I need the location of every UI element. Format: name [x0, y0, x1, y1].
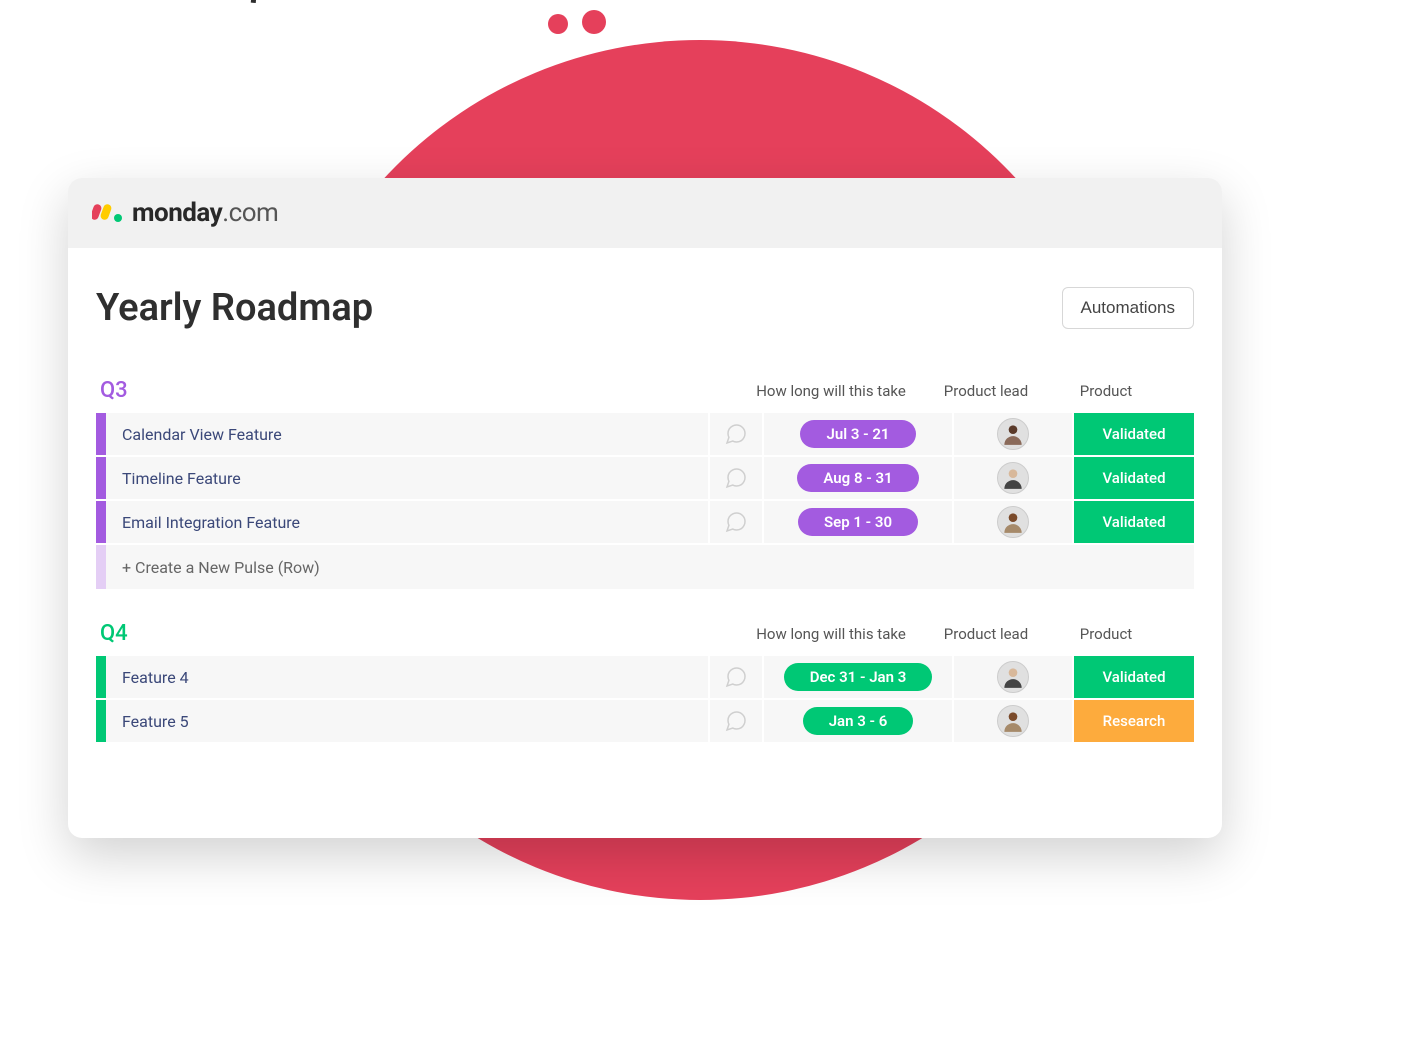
product-status-cell[interactable]: Research: [1074, 700, 1194, 742]
table-row[interactable]: Feature 5 Jan 3 - 6 Research: [96, 700, 1194, 744]
row-stripe: [96, 656, 106, 698]
col-header-product: Product: [1046, 625, 1166, 643]
group-title-q3[interactable]: Q3: [96, 378, 736, 403]
row-stripe: [96, 413, 106, 455]
duration-pill: Jan 3 - 6: [803, 707, 914, 735]
avatar: [997, 661, 1029, 693]
logo-text-light: .com: [222, 198, 278, 228]
duration-cell[interactable]: Jan 3 - 6: [764, 700, 954, 742]
row-name-text: Calendar View Feature: [122, 425, 282, 444]
duration-cell[interactable]: Sep 1 - 30: [764, 501, 954, 543]
comment-icon: [724, 665, 748, 689]
brand-logo: monday.com: [92, 198, 278, 228]
lead-cell[interactable]: [954, 413, 1074, 455]
lead-cell[interactable]: [954, 656, 1074, 698]
avatar: [997, 506, 1029, 538]
duration-cell[interactable]: Aug 8 - 31: [764, 457, 954, 499]
product-status-cell[interactable]: Validated: [1074, 501, 1194, 543]
comment-icon: [724, 510, 748, 534]
comment-cell[interactable]: [710, 700, 764, 742]
comment-cell[interactable]: [710, 413, 764, 455]
duration-cell[interactable]: Jul 3 - 21: [764, 413, 954, 455]
group-header: Q3 How long will this take Product lead …: [96, 378, 1194, 413]
col-header-product: Product: [1046, 382, 1166, 400]
duration-pill: Dec 31 - Jan 3: [784, 663, 933, 691]
group-q3: Q3 How long will this take Product lead …: [96, 378, 1194, 589]
col-header-duration: How long will this take: [736, 382, 926, 400]
product-status-cell[interactable]: Validated: [1074, 656, 1194, 698]
duration-pill: Aug 8 - 31: [797, 464, 918, 492]
automations-button[interactable]: Automations: [1062, 287, 1195, 329]
row-name-text: Timeline Feature: [122, 469, 241, 488]
app-header: monday.com: [68, 178, 1222, 248]
comment-cell[interactable]: [710, 656, 764, 698]
row-name-cell[interactable]: Email Integration Feature: [106, 501, 710, 543]
new-pulse-label: + Create a New Pulse (Row): [106, 545, 1194, 589]
logo-mark-icon: [92, 202, 126, 224]
title-row: Yearly Roadmap Automations: [96, 286, 1194, 378]
row-name-cell[interactable]: Calendar View Feature: [106, 413, 710, 455]
row-stripe: [96, 501, 106, 543]
lead-cell[interactable]: [954, 457, 1074, 499]
comment-icon: [724, 422, 748, 446]
bg-dot-2: [582, 10, 606, 34]
col-header-lead: Product lead: [926, 382, 1046, 400]
card-body: Yearly Roadmap Automations Q3 How long w…: [68, 248, 1222, 744]
product-status-cell[interactable]: Validated: [1074, 413, 1194, 455]
lead-cell[interactable]: [954, 501, 1074, 543]
duration-pill: Jul 3 - 21: [800, 420, 915, 448]
table-row[interactable]: Calendar View Feature Jul 3 - 21 Validat…: [96, 413, 1194, 457]
table-row[interactable]: Timeline Feature Aug 8 - 31 Validated: [96, 457, 1194, 501]
row-stripe-light: [96, 545, 106, 589]
new-pulse-row[interactable]: + Create a New Pulse (Row): [96, 545, 1194, 589]
group-title-q4[interactable]: Q4: [96, 621, 736, 646]
app-card: monday.com Yearly Roadmap Automations Q3…: [68, 178, 1222, 838]
logo-text-bold: monday: [132, 198, 222, 228]
table-row[interactable]: Email Integration Feature Sep 1 - 30 Val…: [96, 501, 1194, 545]
table-row[interactable]: Feature 4 Dec 31 - Jan 3 Validated: [96, 656, 1194, 700]
row-name-text: Feature 5: [122, 712, 189, 731]
col-header-duration: How long will this take: [736, 625, 926, 643]
logo-text: monday.com: [132, 198, 278, 228]
comment-cell[interactable]: [710, 457, 764, 499]
row-name-cell[interactable]: Feature 4: [106, 656, 710, 698]
duration-pill: Sep 1 - 30: [798, 508, 918, 536]
product-status-cell[interactable]: Validated: [1074, 457, 1194, 499]
row-name-text: Email Integration Feature: [122, 513, 300, 532]
bg-dot-1: [548, 14, 568, 34]
row-stripe: [96, 457, 106, 499]
row-name-cell[interactable]: Timeline Feature: [106, 457, 710, 499]
row-name-cell[interactable]: Feature 5: [106, 700, 710, 742]
page-title: Yearly Roadmap: [96, 286, 373, 330]
comment-cell[interactable]: [710, 501, 764, 543]
avatar: [997, 705, 1029, 737]
group-header: Q4 How long will this take Product lead …: [96, 621, 1194, 656]
duration-cell[interactable]: Dec 31 - Jan 3: [764, 656, 954, 698]
lead-cell[interactable]: [954, 700, 1074, 742]
row-name-text: Feature 4: [122, 668, 189, 687]
col-header-lead: Product lead: [926, 625, 1046, 643]
avatar: [997, 418, 1029, 450]
comment-icon: [724, 466, 748, 490]
group-q4: Q4 How long will this take Product lead …: [96, 621, 1194, 744]
row-stripe: [96, 700, 106, 742]
comment-icon: [724, 709, 748, 733]
avatar: [997, 462, 1029, 494]
